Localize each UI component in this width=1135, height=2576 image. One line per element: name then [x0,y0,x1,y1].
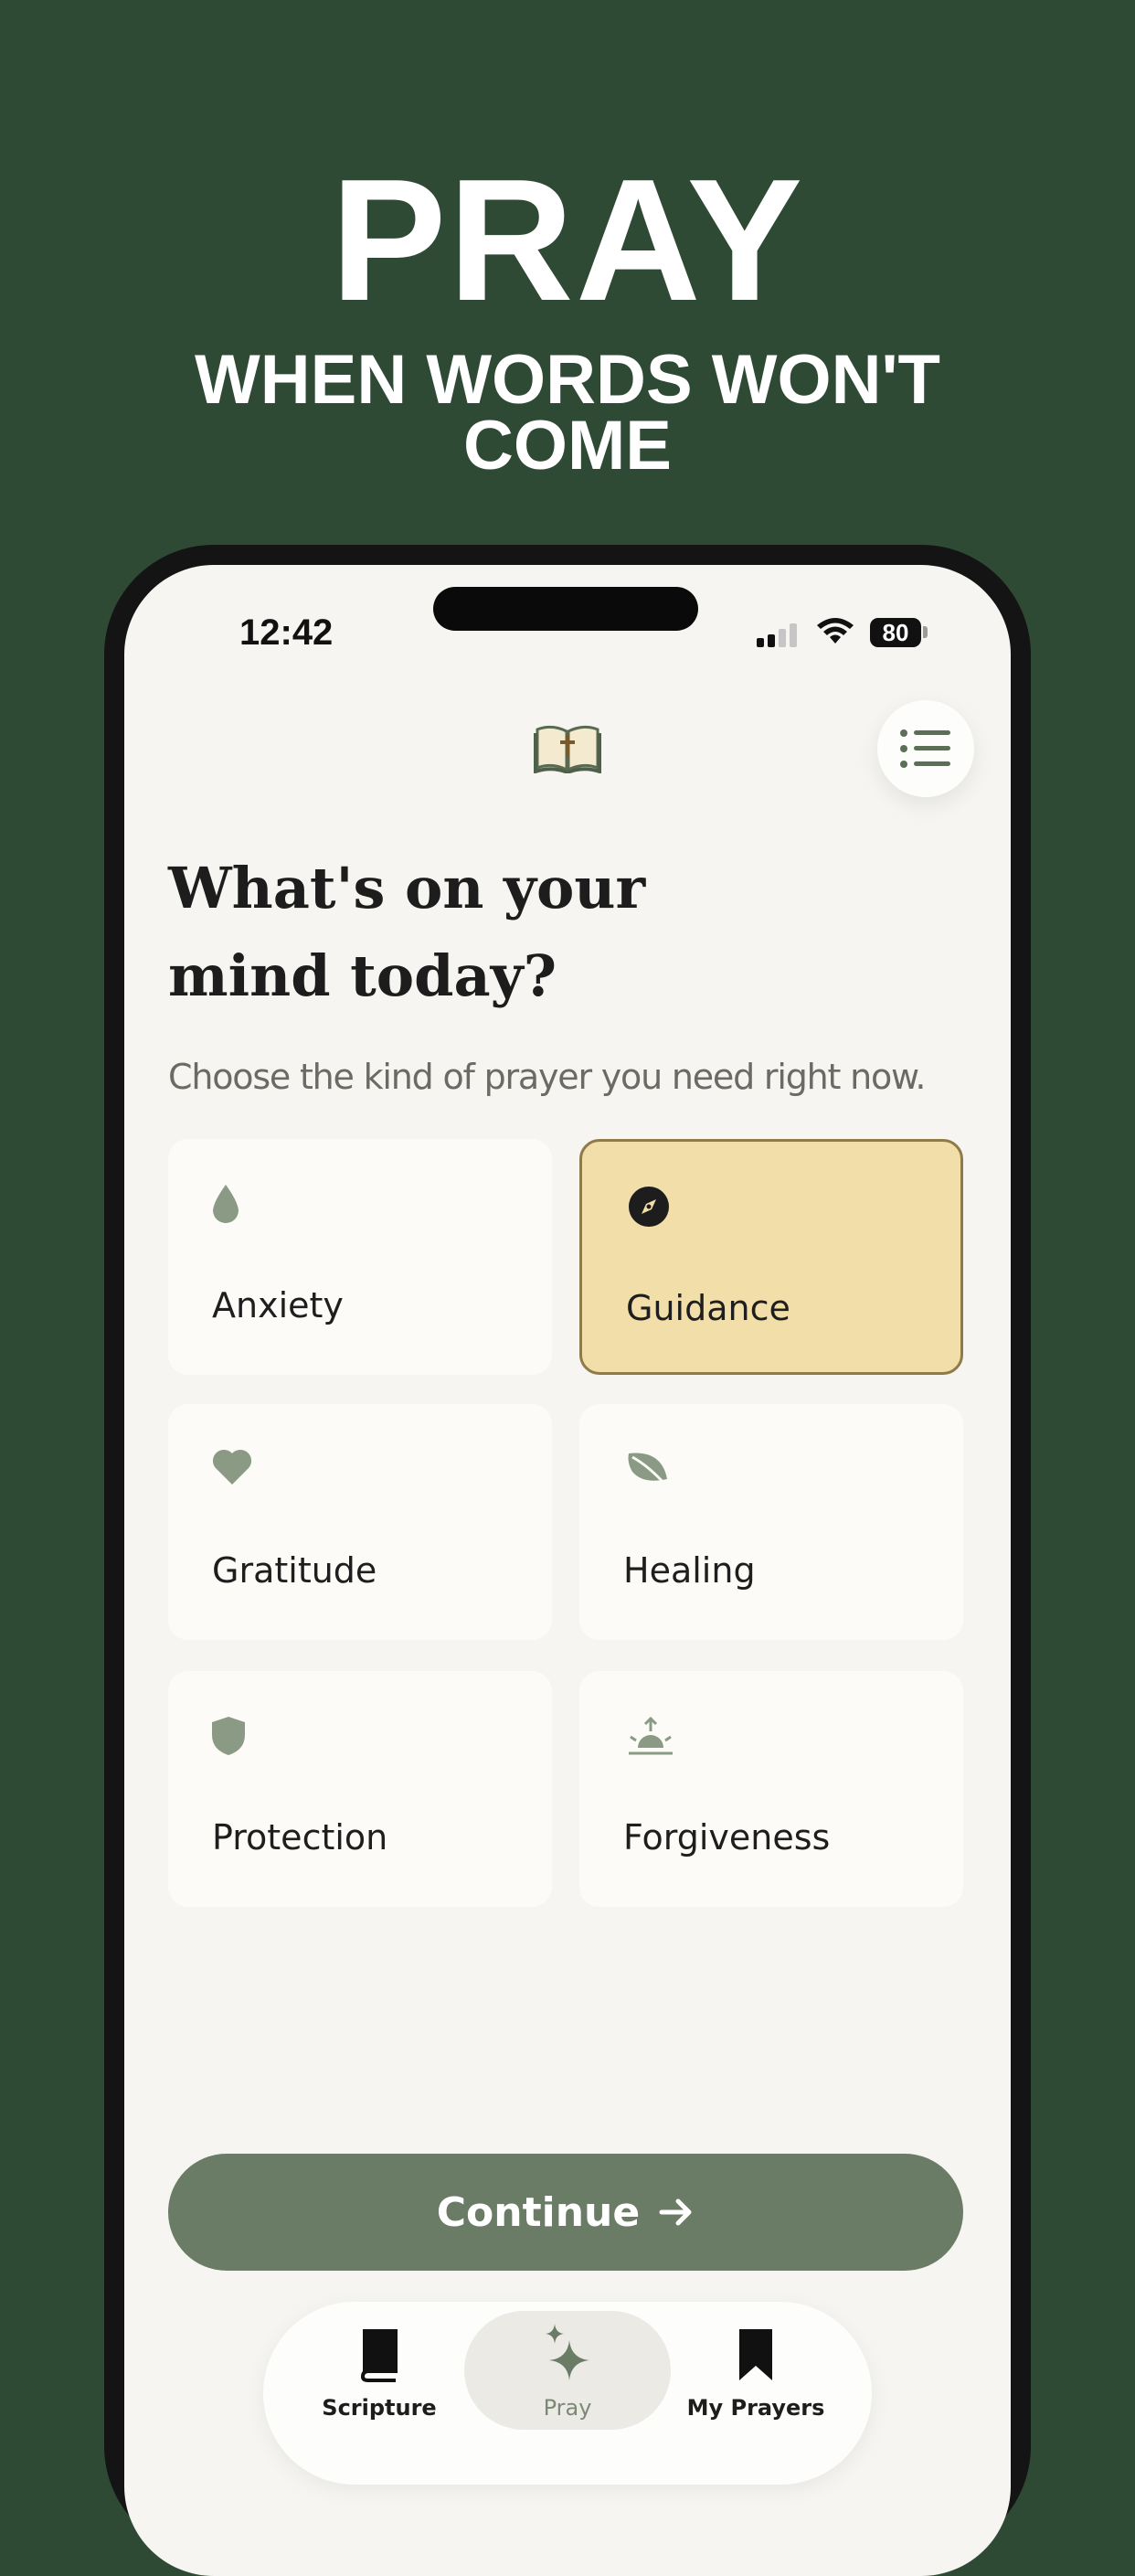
sunrise-icon [629,1716,673,1755]
phone-frame: 12:42 80 What's on your mind today? Choo… [104,545,1031,2576]
page-subtitle: Choose the kind of prayer you need right… [168,1057,926,1097]
category-label: Protection [212,1817,388,1857]
sparkles-icon [546,2324,589,2380]
promo-title: PRAY [330,144,805,337]
battery-tip [923,626,928,638]
water-drop-icon [213,1185,239,1223]
compass-icon [629,1187,669,1227]
arrow-right-icon [659,2198,692,2226]
wifi-icon [817,618,854,644]
promo-subtitle: WHEN WORDS WON'T COME [195,341,940,484]
category-card-protection[interactable]: Protection [168,1671,552,1907]
tab-pray[interactable]: Pray [464,2311,671,2430]
tab-label: Pray [543,2395,592,2421]
continue-label: Continue [436,2188,641,2236]
tab-label: My Prayers [686,2395,825,2421]
dynamic-island [433,587,698,631]
list-menu-icon [900,729,950,768]
category-card-forgiveness[interactable]: Forgiveness [579,1671,963,1907]
bookmark-icon [739,2329,772,2380]
status-time: 12:42 [239,612,334,653]
category-label: Anxiety [212,1285,344,1325]
continue-button[interactable]: Continue [168,2154,963,2271]
app-screen: 12:42 80 What's on your mind today? Choo… [124,565,1011,2576]
shield-icon [212,1717,245,1755]
book-icon [360,2329,398,2382]
tab-label: Scripture [322,2395,437,2421]
battery-indicator: 80 [870,618,921,647]
tab-my-prayers[interactable]: My Prayers [652,2311,859,2430]
category-label: Forgiveness [623,1817,831,1857]
leaf-icon [628,1453,667,1486]
open-bible-cross-icon [534,725,601,773]
category-label: Healing [623,1550,756,1591]
category-label: Guidance [626,1288,790,1328]
cellular-signal-icon [757,623,797,647]
category-card-healing[interactable]: Healing [579,1404,963,1640]
category-card-gratitude[interactable]: Gratitude [168,1404,552,1640]
tab-scripture[interactable]: Scripture [276,2311,483,2430]
category-card-anxiety[interactable]: Anxiety [168,1139,552,1375]
category-card-guidance[interactable]: Guidance [579,1139,963,1375]
bottom-tab-bar: Scripture Pray My Prayers [263,2302,872,2485]
heart-icon [212,1449,252,1485]
page-title: What's on your mind today? [168,855,646,1009]
category-label: Gratitude [212,1550,377,1591]
menu-button[interactable] [877,700,974,797]
